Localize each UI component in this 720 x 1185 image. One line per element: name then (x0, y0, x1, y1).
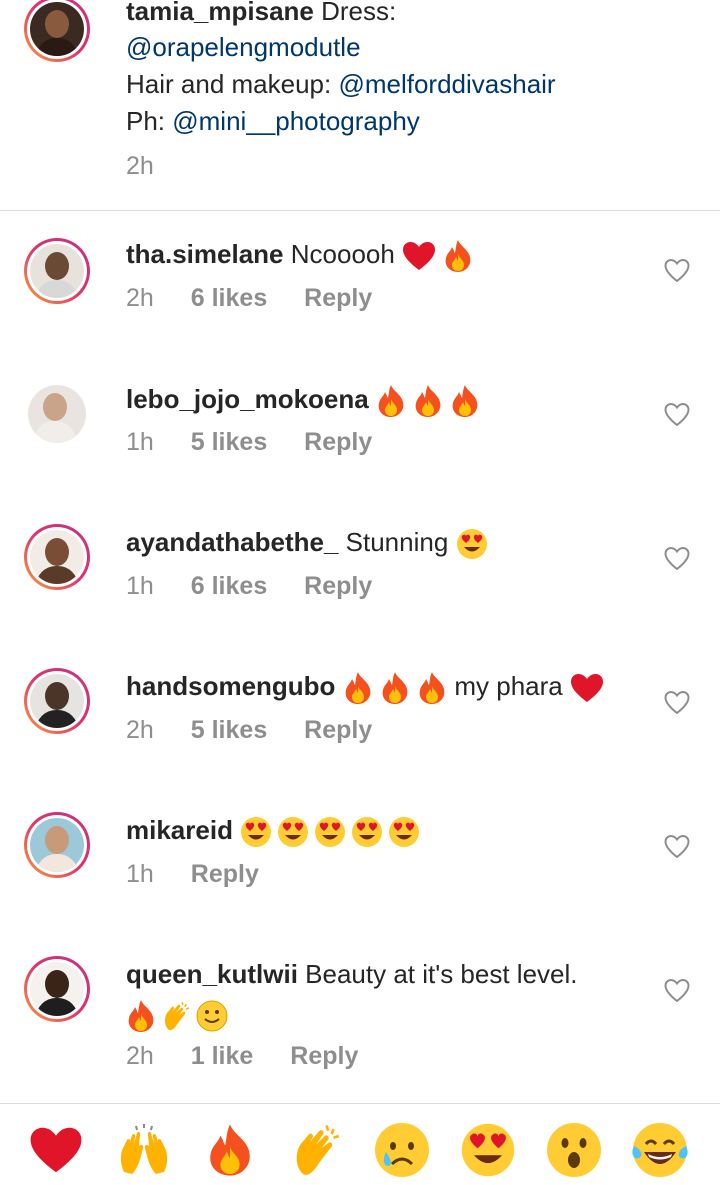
fire-reaction-icon[interactable] (200, 1120, 260, 1180)
fire-emoji (443, 239, 473, 273)
heart-eyes-emoji (240, 816, 272, 848)
caption-text: Hair and makeup: (126, 69, 339, 99)
likes-count[interactable]: 6 likes (191, 284, 267, 312)
comment-username[interactable]: handsomengubo (126, 671, 335, 701)
comment-username[interactable]: mikareid (126, 815, 233, 845)
tears-of-joy-reaction-icon[interactable] (630, 1120, 690, 1180)
heart-eyes-emoji (351, 816, 383, 848)
comment-username[interactable]: ayandathabethe_ (126, 527, 338, 557)
comment-time: 1h (126, 860, 154, 888)
comment-avatar[interactable] (24, 956, 90, 1022)
mention-link[interactable]: @mini__photography (172, 106, 420, 136)
mention-link[interactable]: @melforddivashair (338, 69, 555, 99)
comment-username[interactable]: queen_kutlwii (126, 959, 298, 989)
fire-emoji (413, 384, 443, 418)
comment-username[interactable]: lebo_jojo_mokoena (126, 384, 369, 414)
caption-username[interactable]: tamia_mpisane (126, 0, 314, 26)
comment-avatar[interactable] (24, 524, 90, 590)
caption-line-3: Hair and makeup: @melforddivashair (126, 65, 556, 103)
fire-emoji (126, 999, 156, 1033)
caption-avatar[interactable] (24, 0, 90, 62)
caption-meta: 2h (126, 152, 184, 181)
likes-count[interactable]: 5 likes (191, 716, 267, 744)
comment-meta: 1h Reply (126, 860, 289, 889)
like-heart-icon[interactable] (664, 978, 690, 1004)
caption-text: Ph: (126, 106, 173, 136)
red-heart-emoji (402, 241, 436, 271)
comment-meta: 1h 5 likes Reply (126, 428, 402, 457)
heart-eyes-emoji (314, 816, 346, 848)
comment-time: 1h (126, 572, 154, 600)
comment-time: 2h (126, 284, 154, 312)
like-heart-icon[interactable] (664, 834, 690, 860)
red-heart-emoji (570, 673, 604, 703)
comment-text: my phara (454, 671, 563, 701)
quick-reaction-bar (0, 1103, 720, 1185)
comment-time: 2h (126, 716, 154, 744)
comment-meta: 1h 6 likes Reply (126, 572, 402, 601)
comment-time: 2h (126, 1042, 154, 1070)
divider (0, 210, 720, 211)
heart-reaction-icon[interactable] (26, 1120, 86, 1180)
comment-username[interactable]: tha.simelane (126, 239, 284, 269)
comment-text: Beauty at it's best level. (305, 959, 578, 989)
comment-avatar[interactable] (24, 668, 90, 734)
clapping-hands-emoji (160, 1000, 192, 1032)
caption-time: 2h (126, 152, 154, 180)
clapping-hands-reaction-icon[interactable] (286, 1120, 346, 1180)
reply-button[interactable]: Reply (191, 860, 259, 888)
reply-button[interactable]: Reply (304, 428, 372, 456)
likes-count[interactable]: 5 likes (191, 428, 267, 456)
fire-emoji (343, 671, 373, 705)
sad-face-reaction-icon[interactable] (372, 1120, 432, 1180)
caption-line-2: @orapelengmodutle (126, 28, 361, 66)
comment-avatar[interactable] (24, 381, 90, 447)
like-heart-icon[interactable] (664, 258, 690, 284)
comment-meta: 2h 6 likes Reply (126, 284, 402, 313)
comment-meta: 2h 1 like Reply (126, 1042, 388, 1071)
heart-eyes-emoji (388, 816, 420, 848)
likes-count[interactable]: 1 like (191, 1042, 254, 1070)
mention-link[interactable]: @orapelengmodutle (126, 32, 361, 62)
fire-emoji (380, 671, 410, 705)
post-caption: tamia_mpisane Dress: @orapelengmodutle H… (0, 0, 720, 210)
likes-count[interactable]: 6 likes (191, 572, 267, 600)
comment-avatar[interactable] (24, 238, 90, 304)
comment-meta: 2h 5 likes Reply (126, 716, 402, 745)
reply-button[interactable]: Reply (290, 1042, 358, 1070)
reply-button[interactable]: Reply (304, 572, 372, 600)
heart-eyes-reaction-icon[interactable] (458, 1120, 518, 1180)
fire-emoji (450, 384, 480, 418)
comment-text: Stunning (345, 527, 449, 557)
caption-line-1: tamia_mpisane Dress: (126, 0, 396, 30)
like-heart-icon[interactable] (664, 546, 690, 572)
heart-eyes-emoji (456, 528, 488, 560)
comment-time: 1h (126, 428, 154, 456)
like-heart-icon[interactable] (664, 402, 690, 428)
like-heart-icon[interactable] (664, 690, 690, 716)
heart-eyes-emoji (277, 816, 309, 848)
raised-hands-reaction-icon[interactable] (114, 1120, 174, 1180)
fire-emoji (376, 384, 406, 418)
reply-button[interactable]: Reply (304, 284, 372, 312)
surprised-face-reaction-icon[interactable] (544, 1120, 604, 1180)
comment-text: Ncooooh (290, 239, 395, 269)
caption-line-4: Ph: @mini__photography (126, 102, 420, 140)
caption-text: Dress: (321, 0, 397, 26)
reply-button[interactable]: Reply (304, 716, 372, 744)
comment-avatar[interactable] (24, 812, 90, 878)
fire-emoji (417, 671, 447, 705)
smiling-face-emoji (196, 1000, 228, 1032)
